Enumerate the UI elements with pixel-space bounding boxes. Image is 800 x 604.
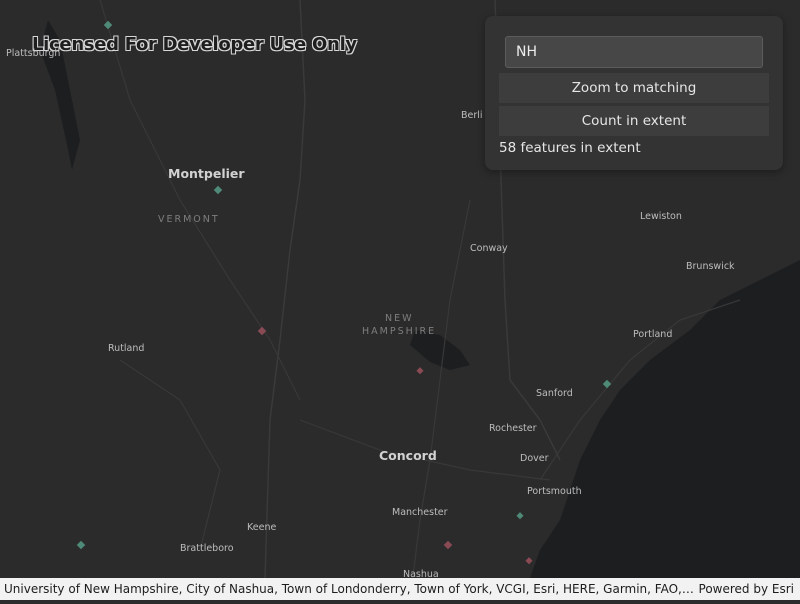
city-label: Berli: [461, 110, 483, 121]
state-boundary: [264, 0, 306, 579]
city-label: Portsmouth: [527, 486, 582, 497]
feature-marker: [443, 540, 453, 550]
feature-marker: [602, 379, 612, 389]
feature-marker: [416, 367, 424, 375]
feature-marker: [213, 185, 223, 195]
city-label: Rutland: [108, 343, 145, 354]
city-label: Brattleboro: [180, 543, 234, 554]
city-label: Lewiston: [640, 211, 682, 222]
result-text: 58 features in extent: [499, 140, 641, 156]
road: [409, 199, 471, 601]
city-label: Plattsburgh: [6, 48, 61, 59]
feature-marker: [516, 512, 524, 520]
city-label: Montpelier: [168, 166, 245, 181]
road: [99, 0, 301, 401]
city-label: Sanford: [536, 388, 573, 399]
city-label: Brunswick: [686, 261, 735, 272]
ocean: [530, 260, 800, 578]
query-input[interactable]: [505, 36, 763, 68]
query-panel: Zoom to matching Count in extent 58 feat…: [485, 16, 783, 170]
city-label: Conway: [470, 243, 508, 254]
zoom-to-matching-button[interactable]: Zoom to matching: [499, 73, 769, 103]
attribution-text[interactable]: University of New Hampshire, City of Nas…: [4, 578, 694, 600]
feature-marker: [257, 326, 267, 336]
city-label: Concord: [379, 448, 437, 463]
city-label: Rochester: [489, 423, 537, 434]
state-label: HAMPSHIRE: [362, 326, 437, 337]
attribution-bar: University of New Hampshire, City of Nas…: [0, 578, 800, 600]
city-label: Portland: [633, 329, 673, 340]
feature-marker: [103, 20, 113, 30]
feature-marker: [525, 557, 533, 565]
state-label: VERMONT: [158, 214, 220, 225]
city-label: Dover: [520, 453, 549, 464]
city-label: Keene: [247, 522, 277, 533]
feature-marker: [76, 540, 86, 550]
city-label: Manchester: [392, 507, 448, 518]
road: [119, 359, 221, 551]
state-label: NEW: [385, 313, 414, 324]
count-in-extent-button[interactable]: Count in extent: [499, 106, 769, 136]
developer-watermark: Licensed For Developer Use Only: [32, 34, 357, 55]
powered-by-esri[interactable]: Powered by Esri: [699, 578, 794, 600]
